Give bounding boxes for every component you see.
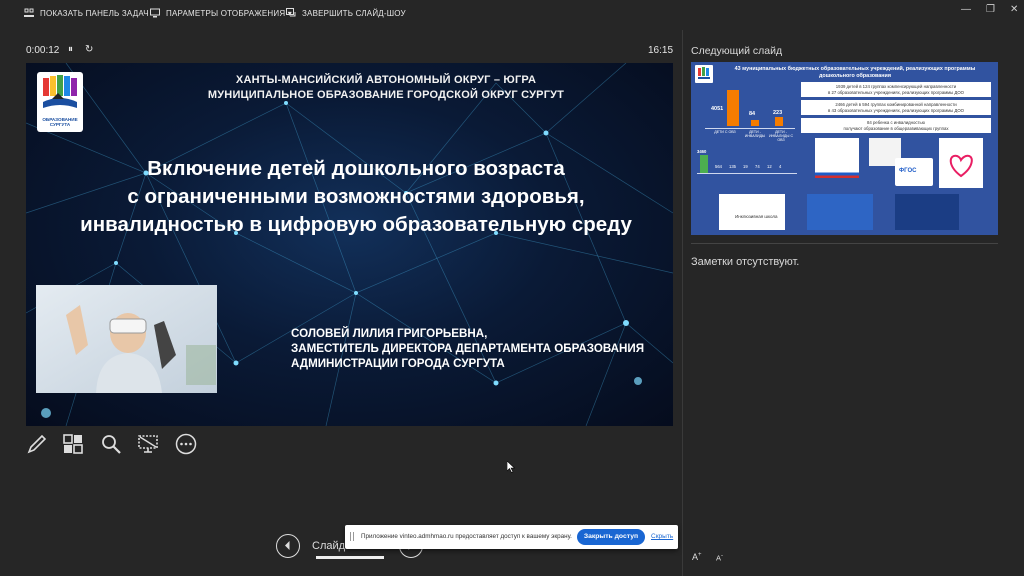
next-title-line2: дошкольного образования: [818, 73, 892, 79]
bar-label-1: ДЕТИ С ОВЗ: [714, 130, 736, 134]
zoom-icon[interactable]: [100, 433, 122, 460]
speaker-notes: Заметки отсутствуют.: [691, 256, 800, 268]
drag-handle-icon[interactable]: [350, 532, 354, 541]
bar-value-2: 84: [749, 111, 756, 117]
info2-line2: в 43 образовательных учреждениях, реализ…: [828, 107, 964, 113]
end-slideshow-label: ЗАВЕРШИТЬ СЛАЙД-ШОУ: [302, 8, 406, 18]
slide-header-line1: ХАНТЫ-МАНСИЙСКИЙ АВТОНОМНЫЙ ОКРУГ – ЮГРА: [235, 74, 537, 86]
author-organization: АДМИНИСТРАЦИИ ГОРОДА СУРГУТА: [291, 357, 505, 370]
logo-image: [43, 75, 77, 108]
thumb-doc-card: [895, 194, 959, 230]
bar-axis: [705, 128, 795, 129]
see-all-slides-icon[interactable]: [62, 433, 84, 460]
info3-line2: получают образование в общеразвивающих г…: [843, 125, 949, 131]
end-show-icon: [286, 8, 296, 17]
end-slideshow-button[interactable]: ЗАВЕРШИТЬ СЛАЙД-ШОУ: [286, 8, 406, 18]
next-slide-preview[interactable]: 43 муниципальных бюджетных образовательн…: [691, 62, 998, 235]
education-logo: ОБРАЗОВАНИЕ СУРГУТА: [37, 72, 83, 132]
bar-3: [775, 117, 783, 126]
small-value-2: 564: [715, 164, 722, 169]
restart-icon[interactable]: ↻: [85, 44, 93, 55]
small-value-4: 19: [743, 164, 748, 169]
inclusive-school-text: Инклюзивная школа: [735, 214, 778, 219]
small-value-6: 12: [767, 164, 772, 169]
slide-title-line2: с ограниченными возможностями здоровья,: [127, 185, 585, 208]
bar-2: [751, 120, 759, 126]
display-settings-label: ПАРАМЕТРЫ ОТОБРАЖЕНИЯ ▾: [166, 8, 292, 18]
bar-value-1: 4051: [711, 106, 724, 112]
slide-counter-label: Слайд: [312, 540, 346, 552]
next-bar-chart: 4051 84 223 ДЕТИ С ОВЗ ДЕТИ - ИНВАЛИДЫ Д…: [705, 84, 795, 142]
next-slide-title: 43 муниципальных бюджетных образовательн…: [715, 66, 995, 80]
pen-icon[interactable]: [26, 433, 48, 460]
small-bar-1: [700, 155, 708, 173]
next-small-chart: 3460 564 135 19 74 12 4: [697, 144, 797, 176]
thumb-inclusive-school: Инклюзивная школа: [719, 194, 785, 230]
info1-line2: в 27 образовательных учреждениях, реализ…: [828, 89, 964, 95]
share-message: Приложение vinteo.admhmao.ru предоставля…: [361, 533, 572, 540]
black-screen-icon[interactable]: [137, 433, 159, 460]
next-logo: [695, 65, 713, 83]
decrease-font-button[interactable]: A-: [716, 553, 723, 563]
info-box-3: 84 ребенка с инвалидностью получают обра…: [801, 118, 991, 133]
thumb-fgos: ФГОС: [895, 158, 933, 186]
show-taskbar-button[interactable]: ПОКАЗАТЬ ПАНЕЛЬ ЗАДАЧ: [24, 8, 149, 18]
mouse-cursor-icon: [506, 460, 516, 478]
small-value-5: 74: [755, 164, 760, 169]
chevron-left-icon: [285, 541, 290, 550]
more-options-icon[interactable]: [175, 433, 197, 460]
author-position: ЗАМЕСТИТЕЛЬ ДИРЕКТОРА ДЕПАРТАМЕНТА ОБРАЗ…: [291, 342, 645, 355]
photo-illustration: [36, 285, 217, 393]
author-block: СОЛОВЕЙ ЛИЛИЯ ГРИГОРЬЕВНА, ЗАМЕСТИТЕЛЬ Д…: [291, 326, 644, 371]
thumb-ministry: [815, 138, 859, 178]
next-slide-label: Следующий слайд: [691, 45, 783, 57]
slide-title-line1: Включение детей дошкольного возраста: [147, 157, 565, 180]
author-name: СОЛОВЕЙ ЛИЛИЯ ГРИГОРЬЕВНА,: [291, 327, 488, 340]
elapsed-timer: 0:00:12: [26, 45, 60, 56]
bar-label-2: ДЕТИ - ИНВАЛИДЫ: [744, 130, 766, 138]
small-axis: [697, 173, 797, 174]
thumb-blue-card: [807, 194, 873, 230]
monitor-icon: [150, 8, 160, 18]
bar-label-3: ДЕТИ - ИНВАЛИДЫ С ОВЗ: [768, 130, 794, 142]
small-value-1: 3460: [697, 149, 707, 154]
vr-child-photo: [36, 285, 217, 393]
small-value-3: 135: [729, 164, 736, 169]
bar-1: [727, 90, 739, 126]
increase-font-button[interactable]: A+: [692, 552, 702, 562]
pause-icon[interactable]: ⏸: [68, 44, 73, 55]
hide-link[interactable]: Скрыть: [651, 533, 673, 540]
show-taskbar-label: ПОКАЗАТЬ ПАНЕЛЬ ЗАДАЧ: [40, 8, 149, 18]
minimize-icon[interactable]: —: [961, 4, 971, 15]
close-icon[interactable]: ✕: [1010, 4, 1018, 15]
slide-title-line3: инвалидностью в цифровую образовательную…: [80, 213, 632, 236]
clock: 16:15: [648, 45, 674, 56]
notes-separator: [691, 243, 998, 244]
info-box-1: 1939 детей в 124 группах компенсирующей …: [801, 82, 991, 97]
panel-divider: [682, 30, 683, 576]
thumb-hearts: [939, 138, 983, 188]
top-toolbar: ПОКАЗАТЬ ПАНЕЛЬ ЗАДАЧ ПАРАМЕТРЫ ОТОБРАЖЕ…: [0, 0, 1024, 30]
fgos-badge: ФГОС: [899, 168, 917, 174]
restore-icon[interactable]: ❐: [986, 4, 995, 15]
current-slide[interactable]: ОБРАЗОВАНИЕ СУРГУТА ХАНТЫ-МАНСИЙСКИЙ АВТ…: [26, 63, 673, 426]
small-value-7: 4: [779, 164, 782, 169]
info-box-2: 2466 детей в 594 группах комбинированной…: [801, 100, 991, 115]
next-title-line1: 43 муниципальных бюджетных образовательн…: [734, 66, 976, 72]
bar-value-3: 223: [773, 110, 783, 116]
logo-caption: ОБРАЗОВАНИЕ СУРГУТА: [42, 117, 78, 127]
screen-share-notification: Приложение vinteo.admhmao.ru предоставля…: [345, 525, 678, 549]
previous-slide-button[interactable]: [276, 534, 300, 558]
slide-progress-bar: [316, 556, 384, 559]
display-settings-button[interactable]: ПАРАМЕТРЫ ОТОБРАЖЕНИЯ ▾: [150, 8, 292, 18]
stop-sharing-button[interactable]: Закрыть доступ: [577, 529, 645, 545]
taskbar-icon: [24, 8, 34, 17]
slide-header-line2: МУНИЦИПАЛЬНОЕ ОБРАЗОВАНИЕ ГОРОДСКОЙ ОКРУ…: [207, 89, 565, 101]
